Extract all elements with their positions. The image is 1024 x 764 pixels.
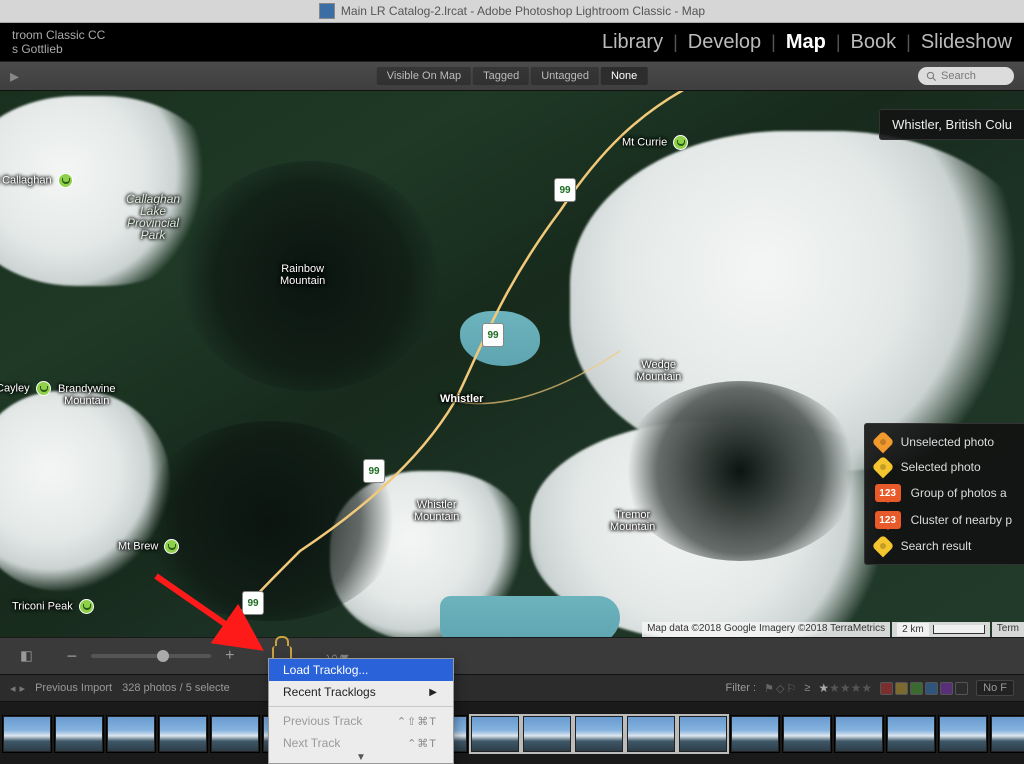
map-terms-link[interactable]: Term xyxy=(992,622,1024,637)
module-book[interactable]: Book xyxy=(851,31,897,54)
top-panel: troom Classic CC s Gottlieb Library| Dev… xyxy=(0,23,1024,61)
map-label-wedge: WedgeMountain xyxy=(636,359,681,383)
filter-untagged[interactable]: Untagged xyxy=(531,67,599,85)
poi-icon xyxy=(36,381,51,396)
poi-icon xyxy=(673,135,688,150)
menu-previous-track: Previous Track⌃⇧⌘T xyxy=(269,710,453,732)
filmstrip-thumb[interactable] xyxy=(2,715,52,753)
pin-unselected-icon xyxy=(871,431,894,454)
map-label-brandywine: BrandywineMountain xyxy=(58,383,115,407)
filmstrip-thumb[interactable] xyxy=(470,715,520,753)
map-label-mt-callaghan: t Callaghan xyxy=(0,173,73,188)
filter-visible-on-map[interactable]: Visible On Map xyxy=(377,67,471,85)
filter-label: Filter : xyxy=(726,682,757,694)
map-style-button[interactable]: ◧ xyxy=(18,646,35,666)
map-label-callaghan-park: CallaghanLakeProvincialPark xyxy=(126,193,180,241)
module-picker: Library| Develop| Map| Book| Slideshow xyxy=(602,31,1012,54)
submenu-arrow-icon: ▶ xyxy=(429,687,437,698)
identity-plate: troom Classic CC s Gottlieb xyxy=(12,28,105,56)
filter-preset-dropdown[interactable]: No F xyxy=(976,680,1014,696)
map-label-mt-currie: Mt Currie xyxy=(622,135,688,150)
window-title: Main LR Catalog-2.lrcat - Adobe Photosho… xyxy=(341,4,705,18)
map-attribution: Map data ©2018 Google Imagery ©2018 Terr… xyxy=(642,622,1024,637)
highway-shield: 99 xyxy=(482,323,504,347)
window-titlebar: Main LR Catalog-2.lrcat - Adobe Photosho… xyxy=(0,0,1024,23)
zoom-slider[interactable] xyxy=(91,654,211,658)
app-icon xyxy=(319,3,335,19)
map-label-whistler-town: Whistler xyxy=(440,393,483,405)
poi-icon xyxy=(79,599,94,614)
filmstrip-thumb[interactable] xyxy=(574,715,624,753)
filmstrip-thumb[interactable] xyxy=(990,715,1024,753)
filmstrip-thumb[interactable] xyxy=(626,715,676,753)
map-legend: Unselected photo Selected photo 123Group… xyxy=(864,423,1024,565)
map-label-triconi: Triconi Peak xyxy=(12,599,94,614)
filmstrip-thumb[interactable] xyxy=(782,715,832,753)
module-map[interactable]: Map xyxy=(786,31,826,54)
pin-search-icon xyxy=(871,535,894,558)
map-search-input[interactable]: Search xyxy=(918,67,1014,85)
map-label-rainbow: RainbowMountain xyxy=(280,263,325,287)
map-scale: 2 km xyxy=(892,622,990,637)
poi-icon xyxy=(58,173,73,188)
photo-count: 328 photos / 5 selecte xyxy=(122,682,230,694)
highway-shield: 99 xyxy=(363,459,385,483)
filmstrip-thumb[interactable] xyxy=(522,715,572,753)
filmstrip-thumb[interactable] xyxy=(834,715,884,753)
filmstrip-thumb[interactable] xyxy=(106,715,156,753)
filmstrip-thumb[interactable] xyxy=(158,715,208,753)
menu-load-tracklog[interactable]: Load Tracklog... xyxy=(269,659,453,681)
cluster-nearby-icon: 123 xyxy=(875,511,901,529)
map-label-mt-brew: Mt Brew xyxy=(118,539,179,554)
zoom-in-button[interactable]: + xyxy=(223,645,236,667)
panel-expand-left[interactable]: ▸ xyxy=(10,66,34,87)
nav-back-button[interactable]: ◂ xyxy=(10,682,16,695)
menu-scroll-indicator: ▼ xyxy=(269,754,453,763)
rating-filter[interactable]: ★★★★★ xyxy=(818,681,872,695)
tracklog-context-menu: Load Tracklog... Recent Tracklogs▶ Previ… xyxy=(268,658,454,764)
filmstrip[interactable] xyxy=(0,702,1024,764)
map-canvas[interactable]: 99 99 99 99 Mt Currie CallaghanLakeProvi… xyxy=(0,91,1024,637)
map-label-tremor: TremorMountain xyxy=(610,509,655,533)
filmstrip-toolbar: ◂ ▸ Previous Import 328 photos / 5 selec… xyxy=(0,675,1024,702)
nav-forward-button[interactable]: ▸ xyxy=(20,682,26,695)
flag-filter[interactable]: ⚑◇⚐ xyxy=(764,682,796,695)
map-label-whistler-mtn: WhistlerMountain xyxy=(414,499,459,523)
filter-none[interactable]: None xyxy=(601,67,647,85)
filmstrip-thumb[interactable] xyxy=(938,715,988,753)
menu-recent-tracklogs[interactable]: Recent Tracklogs▶ xyxy=(269,681,453,703)
filmstrip-thumb[interactable] xyxy=(678,715,728,753)
map-toolbar: ◧ − + 〰▾ xyxy=(0,637,1024,675)
filmstrip-thumb[interactable] xyxy=(54,715,104,753)
filmstrip-thumb[interactable] xyxy=(886,715,936,753)
location-filter-bar: ▸ Visible On Map Tagged Untagged None Se… xyxy=(0,61,1024,91)
search-icon xyxy=(926,71,937,82)
filter-tagged[interactable]: Tagged xyxy=(473,67,529,85)
filmstrip-thumb[interactable] xyxy=(210,715,260,753)
cluster-group-icon: 123 xyxy=(875,484,901,502)
filmstrip-thumb[interactable] xyxy=(730,715,780,753)
color-label-filter[interactable] xyxy=(880,682,968,695)
module-develop[interactable]: Develop xyxy=(688,31,761,54)
zoom-out-button[interactable]: − xyxy=(65,644,80,669)
poi-icon xyxy=(164,539,179,554)
map-label-cayley: Cayley xyxy=(0,381,51,396)
module-slideshow[interactable]: Slideshow xyxy=(921,31,1012,54)
location-chip[interactable]: Whistler, British Colu xyxy=(879,109,1024,140)
pin-selected-icon xyxy=(871,456,894,479)
module-library[interactable]: Library xyxy=(602,31,663,54)
highway-shield: 99 xyxy=(554,178,576,202)
highway-shield: 99 xyxy=(242,591,264,615)
menu-next-track: Next Track⌃⌘T xyxy=(269,732,453,754)
source-label[interactable]: Previous Import xyxy=(35,682,112,694)
